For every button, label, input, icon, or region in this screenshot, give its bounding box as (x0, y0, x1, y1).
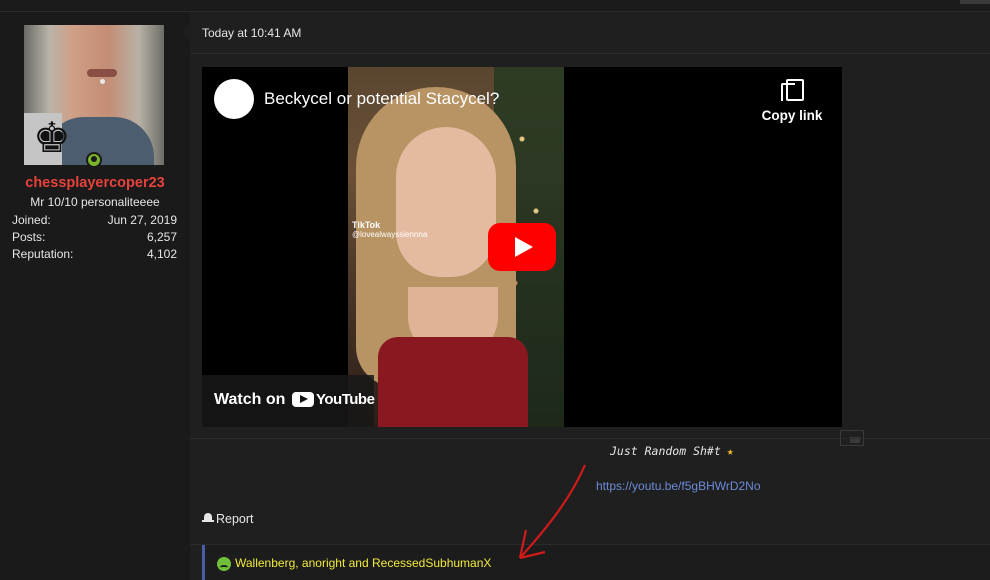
stat-label: Posts: (12, 230, 46, 244)
stat-value: 4,102 (146, 247, 177, 261)
copy-link-button[interactable]: Copy link (752, 79, 832, 129)
video-title[interactable]: Beckycel or potential Stacycel? (264, 89, 499, 109)
tiktok-watermark: TikTok @lovealwayssiennna (352, 220, 428, 240)
reactions-bar[interactable]: Wallenberg, anoright and RecessedSubhuma… (202, 545, 990, 580)
watch-on-youtube-button[interactable]: Watch on YouTube (202, 375, 375, 427)
stat-value: Jun 27, 2019 (107, 213, 177, 227)
stat-value: 6,257 (146, 230, 177, 244)
copy-link-label: Copy link (761, 108, 823, 123)
chess-piece-image: ♚ (24, 113, 71, 165)
youtube-wordmark: YouTube (316, 391, 375, 408)
user-sidebar: ♚ chessplayercoper23 Mr 10/10 personalit… (0, 12, 190, 580)
signature-link[interactable]: https://youtu.be/f5gBHWrD2No (596, 479, 761, 493)
avatar-piercing (100, 79, 105, 84)
chess-king-icon: ♚ (33, 114, 71, 161)
reactions-users[interactable]: Wallenberg, anoright and RecessedSubhuma… (235, 556, 491, 570)
channel-logo-mark (224, 93, 244, 103)
avatar-lip (87, 69, 117, 77)
thumbnail-face (396, 127, 496, 277)
signature-text: Just Random Sh#t ★ (610, 444, 734, 458)
divider (190, 53, 990, 54)
copy-icon (781, 79, 804, 103)
username-link[interactable]: chessplayercoper23 (0, 175, 190, 191)
stat-label: Reputation: (12, 247, 74, 261)
play-button[interactable] (488, 223, 556, 271)
online-status-icon (86, 152, 102, 168)
star-icon: ★ (726, 444, 734, 458)
top-border (0, 0, 990, 12)
watch-on-label: Watch on (214, 391, 286, 408)
report-button[interactable]: Report (202, 512, 254, 526)
tiktok-label: TikTok (352, 220, 381, 230)
youtube-embed[interactable]: TikTok @lovealwayssiennna Beckycel or po… (202, 67, 842, 427)
stat-label: Joined: (12, 213, 51, 227)
post-timestamp[interactable]: Today at 10:41 AM (202, 26, 301, 40)
avatar[interactable]: ♚ (24, 25, 164, 165)
report-label: Report (216, 512, 254, 526)
thumbnail-top (378, 337, 528, 427)
bell-icon (202, 512, 214, 524)
post-pointer (182, 24, 190, 40)
divider (190, 438, 990, 439)
reaction-emoji-icon (217, 557, 231, 571)
tiktok-handle: @lovealwayssiennna (352, 230, 428, 239)
channel-avatar[interactable] (214, 79, 254, 119)
post-body: Today at 10:41 AM TikTok @lovealwayssien… (182, 12, 990, 580)
youtube-play-mark (292, 392, 314, 407)
youtube-logo-icon: YouTube (292, 388, 375, 412)
top-edge-tab (960, 0, 990, 4)
user-title: Mr 10/10 personaliteeee (30, 195, 160, 209)
signature-label: Just Random Sh#t (610, 444, 721, 458)
